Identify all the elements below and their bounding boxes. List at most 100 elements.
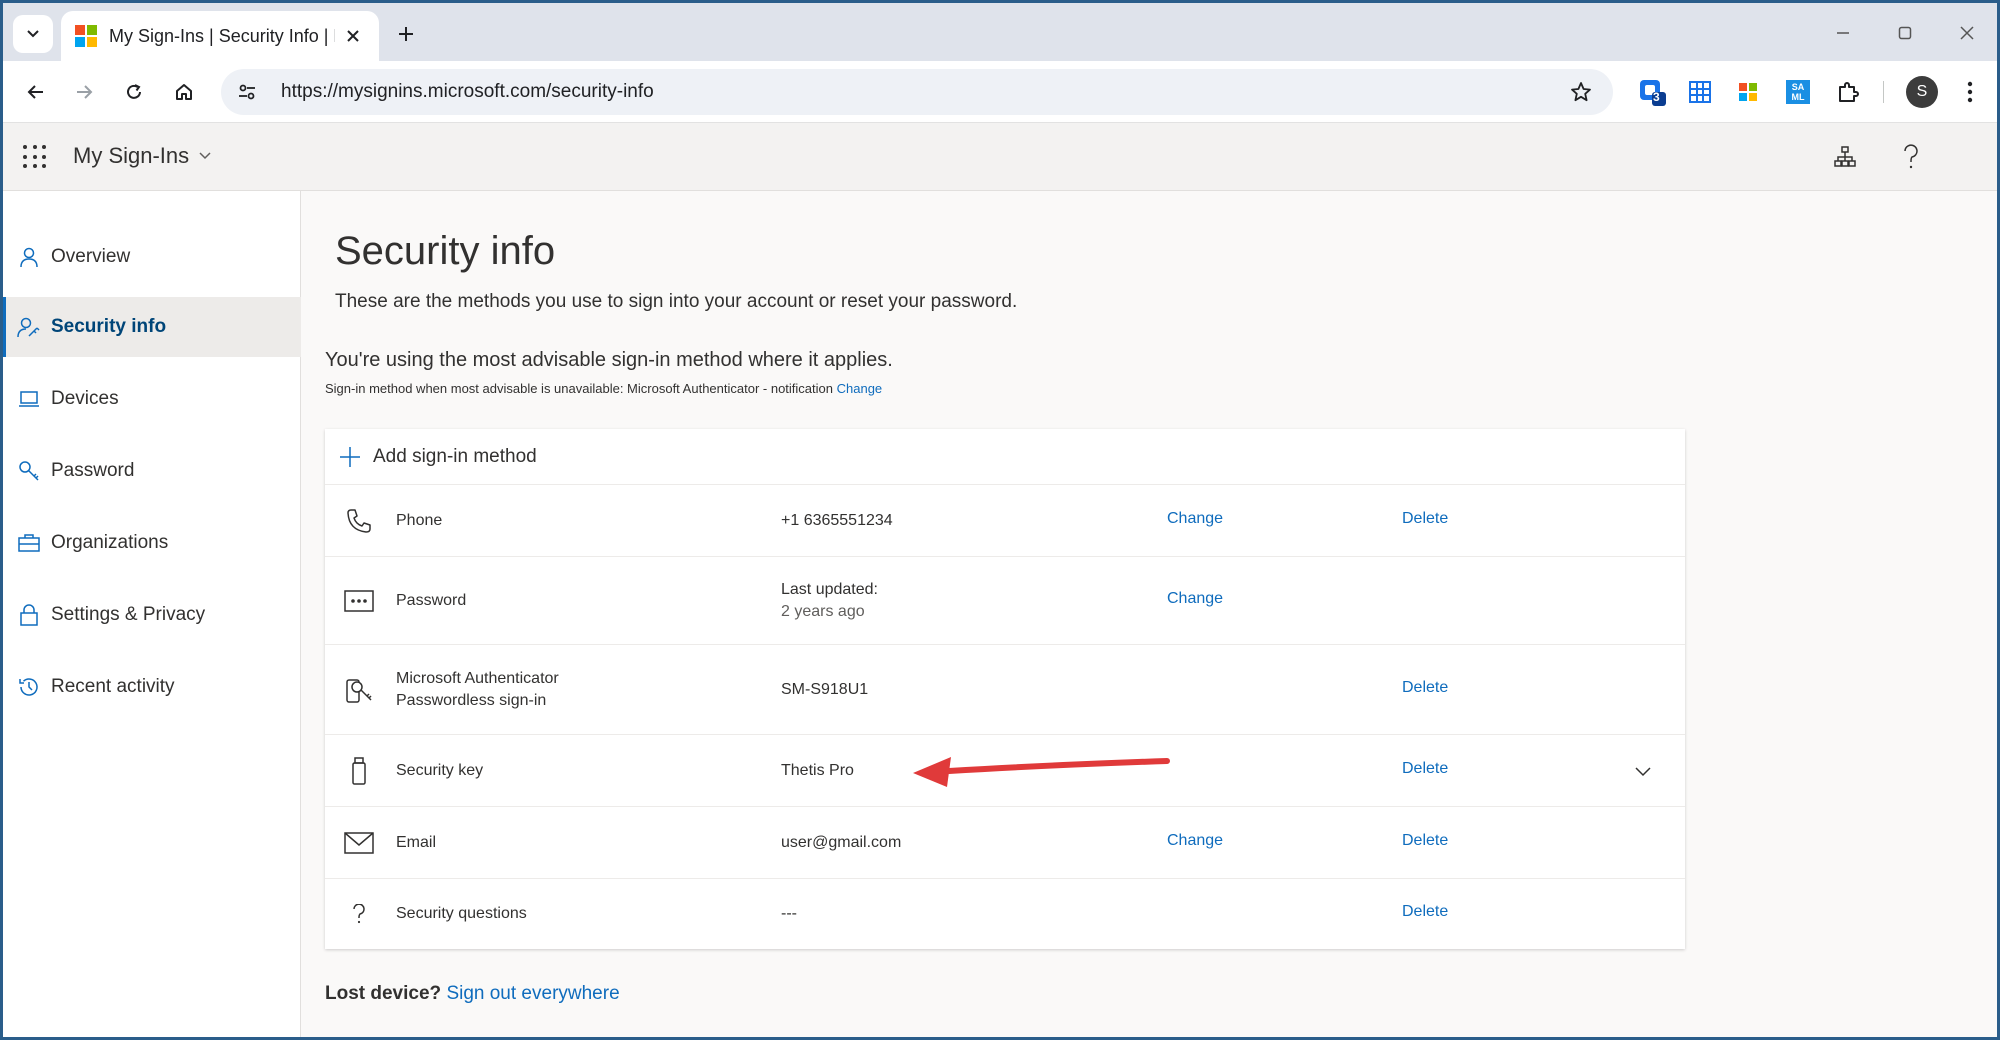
mail-icon (343, 827, 375, 859)
method-name: Security questions (396, 905, 527, 922)
lost-device-label: Lost device? (325, 983, 442, 1004)
browser-window: My Sign-Ins | Security Info | Mic (0, 0, 2000, 1040)
change-email-link[interactable]: Change (1167, 832, 1223, 850)
maximize-button[interactable] (1887, 17, 1923, 49)
sidebar-item-password[interactable]: Password (3, 441, 301, 501)
delete-email-link[interactable]: Delete (1402, 832, 1448, 850)
minimize-button[interactable] (1825, 17, 1861, 49)
plus-icon (399, 27, 413, 41)
delete-phone-link[interactable]: Delete (1402, 510, 1448, 528)
last-updated-label: Last updated: (781, 581, 878, 598)
home-icon (176, 84, 192, 100)
grid-icon (1689, 81, 1711, 103)
reload-button[interactable] (115, 73, 153, 111)
add-sign-in-method-button[interactable]: Add sign-in method (325, 429, 1685, 485)
extension-badge-button[interactable]: 3 (1635, 75, 1669, 109)
address-bar[interactable]: https://mysignins.microsoft.com/security… (221, 69, 1613, 115)
app-launcher-icon[interactable] (23, 145, 47, 169)
site-info-button[interactable] (227, 72, 267, 112)
sidebar-item-devices[interactable]: Devices (3, 369, 301, 429)
microsoft-logo-icon (1739, 83, 1757, 101)
method-value: +1 6365551234 (781, 512, 893, 529)
method-value: --- (781, 905, 797, 922)
expand-security-key-button[interactable] (1631, 759, 1655, 783)
app-header: My Sign-Ins (3, 123, 1997, 191)
method-row-authenticator: Microsoft Authenticator Passwordless sig… (325, 645, 1685, 735)
method-name: Email (396, 834, 437, 851)
help-button[interactable] (1895, 141, 1927, 173)
shield-extension-icon (1640, 80, 1666, 106)
method-row-phone: Phone +1 6365551234 Change Delete (325, 485, 1685, 557)
toolbar-divider (1883, 81, 1884, 103)
question-icon (343, 898, 375, 930)
org-chart-icon (1834, 146, 1856, 167)
annotation-arrow (913, 757, 1170, 787)
chevron-down-icon (27, 30, 39, 38)
saml-extension-button[interactable]: SA ML (1781, 75, 1815, 109)
close-icon (347, 30, 359, 42)
method-name: Phone (396, 512, 443, 529)
sidebar-item-security-info[interactable]: Security info (3, 297, 301, 357)
microsoft-extension-button[interactable] (1731, 75, 1765, 109)
history-icon (17, 675, 41, 699)
close-tab-button[interactable] (341, 24, 365, 48)
sidebar-item-label: Organizations (51, 532, 169, 553)
help-icon (1904, 144, 1918, 169)
back-button[interactable] (17, 73, 55, 111)
delete-security-questions-link[interactable]: Delete (1402, 903, 1448, 921)
method-row-security-questions: Security questions --- Delete (325, 879, 1685, 949)
organization-button[interactable] (1829, 141, 1861, 173)
grid-extension-button[interactable] (1683, 75, 1717, 109)
laptop-icon (17, 387, 41, 411)
delete-authenticator-link[interactable]: Delete (1402, 679, 1448, 697)
home-button[interactable] (165, 73, 203, 111)
url-text: https://mysignins.microsoft.com/security… (281, 81, 654, 102)
sidebar-item-recent-activity[interactable]: Recent activity (3, 657, 301, 717)
browser-menu-button[interactable] (1953, 75, 1987, 109)
sidebar-item-organizations[interactable]: Organizations (3, 513, 301, 573)
tune-icon (239, 84, 255, 100)
saml-icon: SA ML (1786, 80, 1810, 104)
password-dots-icon (343, 585, 375, 617)
forward-button[interactable] (65, 73, 103, 111)
main-content: Security info These are the methods you … (301, 191, 1997, 1037)
sidebar-item-label: Devices (51, 388, 119, 409)
sidebar-item-settings-privacy[interactable]: Settings & Privacy (3, 585, 301, 645)
sidebar-item-label: Security info (51, 316, 167, 337)
delete-security-key-link[interactable]: Delete (1402, 760, 1448, 778)
tab-search-button[interactable] (13, 15, 53, 53)
lock-icon (17, 603, 41, 627)
change-phone-link[interactable]: Change (1167, 510, 1223, 528)
phone-icon (343, 505, 375, 537)
method-value: SM-S918U1 (781, 681, 869, 698)
close-window-button[interactable] (1949, 17, 1985, 49)
app-name: My Sign-Ins (73, 143, 190, 168)
fallback-change-link[interactable]: Change (837, 381, 883, 396)
arrow-left-icon (27, 85, 43, 99)
browser-tab[interactable]: My Sign-Ins | Security Info | Mic (61, 11, 379, 61)
method-name: Security key (396, 762, 484, 779)
method-name: Microsoft Authenticator Passwordless sig… (396, 668, 559, 712)
app-switcher[interactable]: My Sign-Ins (73, 143, 213, 169)
star-icon (1571, 82, 1591, 102)
profile-avatar[interactable]: S (1906, 76, 1938, 108)
reload-icon (127, 84, 141, 99)
method-value: user@gmail.com (781, 834, 902, 851)
authenticator-icon (343, 674, 375, 706)
tab-strip: My Sign-Ins | Security Info | Mic (3, 3, 1997, 61)
side-navigation: Overview Security info Devices Password … (3, 191, 301, 1037)
key-icon (17, 459, 41, 483)
bookmark-button[interactable] (1561, 72, 1601, 112)
extensions-button[interactable] (1831, 75, 1865, 109)
tab-title: My Sign-Ins | Security Info | Mic (109, 25, 335, 46)
extension-badge-count: 3 (1653, 90, 1660, 104)
new-tab-button[interactable] (391, 19, 421, 49)
method-value: Thetis Pro (781, 762, 854, 779)
more-vertical-icon (1967, 81, 1973, 103)
sign-out-everywhere-link[interactable]: Sign out everywhere (446, 983, 619, 1004)
sidebar-item-overview[interactable]: Overview (3, 227, 301, 287)
fallback-method-text: Sign-in method when most advisable is un… (325, 381, 882, 396)
close-icon (1960, 26, 1974, 40)
lost-device-section: Lost device? Sign out everywhere (325, 983, 620, 1005)
change-password-link[interactable]: Change (1167, 590, 1223, 608)
